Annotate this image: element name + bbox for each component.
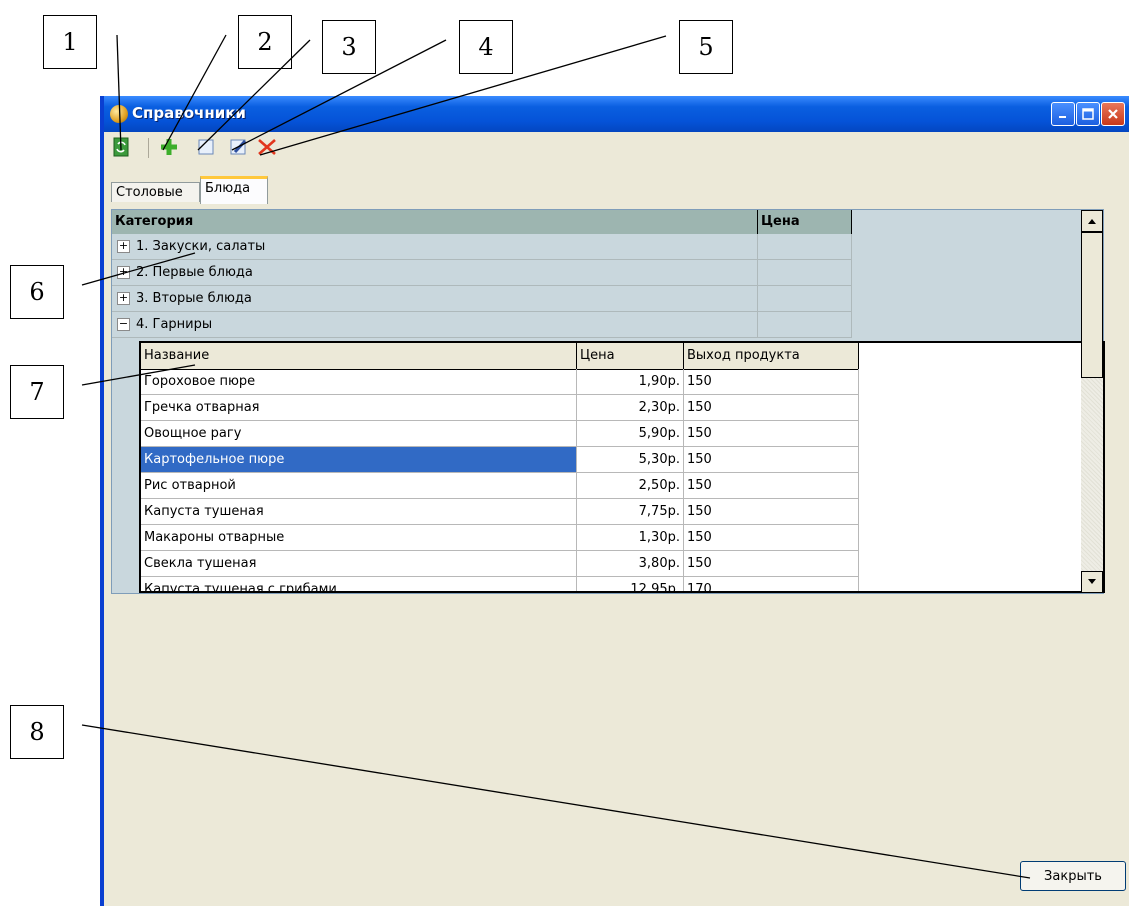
category-price — [758, 286, 852, 311]
column-header-category[interactable]: Категория — [112, 210, 758, 234]
table-row[interactable]: Макароны отварные 1,30р. 150 — [141, 525, 859, 551]
tab-dishes[interactable]: Блюда — [200, 176, 268, 204]
tab-canteens[interactable]: Столовые — [111, 182, 200, 202]
dish-yield: 150 — [684, 421, 859, 447]
dish-yield: 150 — [684, 499, 859, 525]
table-row[interactable]: Гороховое пюре 1,90р. 150 — [141, 369, 859, 395]
close-window-button[interactable] — [1101, 102, 1125, 126]
detail-header: Название Цена Выход продукта — [141, 343, 859, 370]
title-bar[interactable]: Справочники — [104, 96, 1129, 132]
arrow-up-icon — [1088, 219, 1096, 224]
dish-price: 2,30р. — [577, 395, 684, 421]
app-icon — [110, 105, 128, 123]
master-row[interactable]: −4. Гарниры — [112, 312, 852, 338]
edit-icon — [230, 139, 247, 155]
column-header-price[interactable]: Цена — [577, 343, 684, 369]
master-header: Категория Цена — [112, 210, 852, 235]
copy-button[interactable] — [195, 136, 217, 158]
dish-price: 5,90р. — [577, 421, 684, 447]
minimize-icon — [1059, 116, 1066, 118]
scroll-thumb[interactable] — [1081, 232, 1103, 378]
dishes-detail-grid: Название Цена Выход продукта Гороховое п… — [139, 341, 1105, 593]
column-header-price[interactable]: Цена — [758, 210, 852, 234]
refresh-button[interactable] — [110, 136, 132, 158]
column-header-yield[interactable]: Выход продукта — [684, 343, 859, 369]
table-row[interactable]: Капуста тушеная 7,75р. 150 — [141, 499, 859, 525]
dish-name: Рис отварной — [141, 473, 577, 499]
master-vertical-scrollbar[interactable] — [1081, 210, 1103, 593]
dish-name: Макароны отварные — [141, 525, 577, 551]
dish-name: Овощное рагу — [141, 421, 577, 447]
arrow-down-icon — [1088, 579, 1096, 584]
dish-price: 1,30р. — [577, 525, 684, 551]
category-price — [758, 260, 852, 285]
maximize-icon — [1082, 108, 1094, 120]
table-row[interactable]: Рис отварной 2,50р. 150 — [141, 473, 859, 499]
callout-2: 2 — [238, 15, 292, 69]
dish-price: 2,50р. — [577, 473, 684, 499]
category-label: 3. Вторые блюда — [136, 291, 252, 306]
table-row[interactable]: Капуста тушеная с грибами 12,95р. 170 — [141, 577, 859, 591]
dish-price: 1,90р. — [577, 369, 684, 395]
delete-icon — [258, 139, 276, 155]
master-row[interactable]: +3. Вторые блюда — [112, 286, 852, 312]
add-icon — [161, 139, 177, 155]
scroll-up-button[interactable] — [1081, 210, 1103, 232]
table-row[interactable]: Свекла тушеная 3,80р. 150 — [141, 551, 859, 577]
table-row[interactable]: Гречка отварная 2,30р. 150 — [141, 395, 859, 421]
category-price — [758, 312, 852, 337]
category-label: 4. Гарниры — [136, 317, 213, 332]
dish-yield: 150 — [684, 551, 859, 577]
master-row[interactable]: +2. Первые блюда — [112, 260, 852, 286]
category-price — [758, 234, 852, 259]
dish-name: Свекла тушеная — [141, 551, 577, 577]
category-label: 2. Первые блюда — [136, 265, 253, 280]
expand-icon[interactable]: + — [117, 292, 130, 305]
add-button[interactable] — [158, 136, 180, 158]
close-button[interactable]: Закрыть — [1020, 861, 1126, 891]
callout-3: 3 — [322, 20, 376, 74]
toolbar-separator — [148, 138, 149, 158]
table-row-selected[interactable]: Картофельное пюре 5,30р. 150 — [141, 447, 859, 473]
table-row[interactable]: Овощное рагу 5,90р. 150 — [141, 421, 859, 447]
master-row[interactable]: +1. Закуски, салаты — [112, 234, 852, 260]
dish-price: 3,80р. — [577, 551, 684, 577]
dish-price: 7,75р. — [577, 499, 684, 525]
reference-window: Справочники Столовые Блюда Категория Цен… — [100, 96, 1129, 906]
expand-icon[interactable]: + — [117, 266, 130, 279]
dish-yield: 150 — [684, 473, 859, 499]
refresh-icon — [113, 137, 129, 157]
callout-4: 4 — [459, 20, 513, 74]
expand-icon[interactable]: + — [117, 240, 130, 253]
dish-yield: 150 — [684, 395, 859, 421]
callout-1: 1 — [43, 15, 97, 69]
column-header-name[interactable]: Название — [141, 343, 577, 369]
dish-name: Капуста тушеная с грибами — [141, 577, 577, 591]
dish-price: 12,95р. — [577, 577, 684, 591]
dish-yield: 150 — [684, 447, 859, 473]
callout-7: 7 — [10, 365, 64, 419]
dish-yield: 150 — [684, 525, 859, 551]
scroll-down-button[interactable] — [1081, 571, 1103, 593]
collapse-icon[interactable]: − — [117, 318, 130, 331]
close-icon — [1108, 109, 1118, 119]
copy-icon — [198, 139, 214, 155]
category-label: 1. Закуски, салаты — [136, 239, 266, 254]
dish-name: Капуста тушеная — [141, 499, 577, 525]
dish-yield: 150 — [684, 369, 859, 395]
categories-grid: Категория Цена +1. Закуски, салаты +2. П… — [111, 209, 1105, 594]
edit-button[interactable] — [228, 136, 250, 158]
dish-name: Гороховое пюре — [141, 369, 577, 395]
maximize-button[interactable] — [1076, 102, 1100, 126]
dish-price: 5,30р. — [577, 447, 684, 473]
callout-6: 6 — [10, 265, 64, 319]
dish-name: Картофельное пюре — [141, 447, 577, 473]
callout-5: 5 — [679, 20, 733, 74]
delete-button[interactable] — [256, 136, 278, 158]
dish-name: Гречка отварная — [141, 395, 577, 421]
minimize-button[interactable] — [1051, 102, 1075, 126]
dish-yield: 170 — [684, 577, 859, 591]
callout-8: 8 — [10, 705, 64, 759]
window-title: Справочники — [132, 104, 246, 122]
